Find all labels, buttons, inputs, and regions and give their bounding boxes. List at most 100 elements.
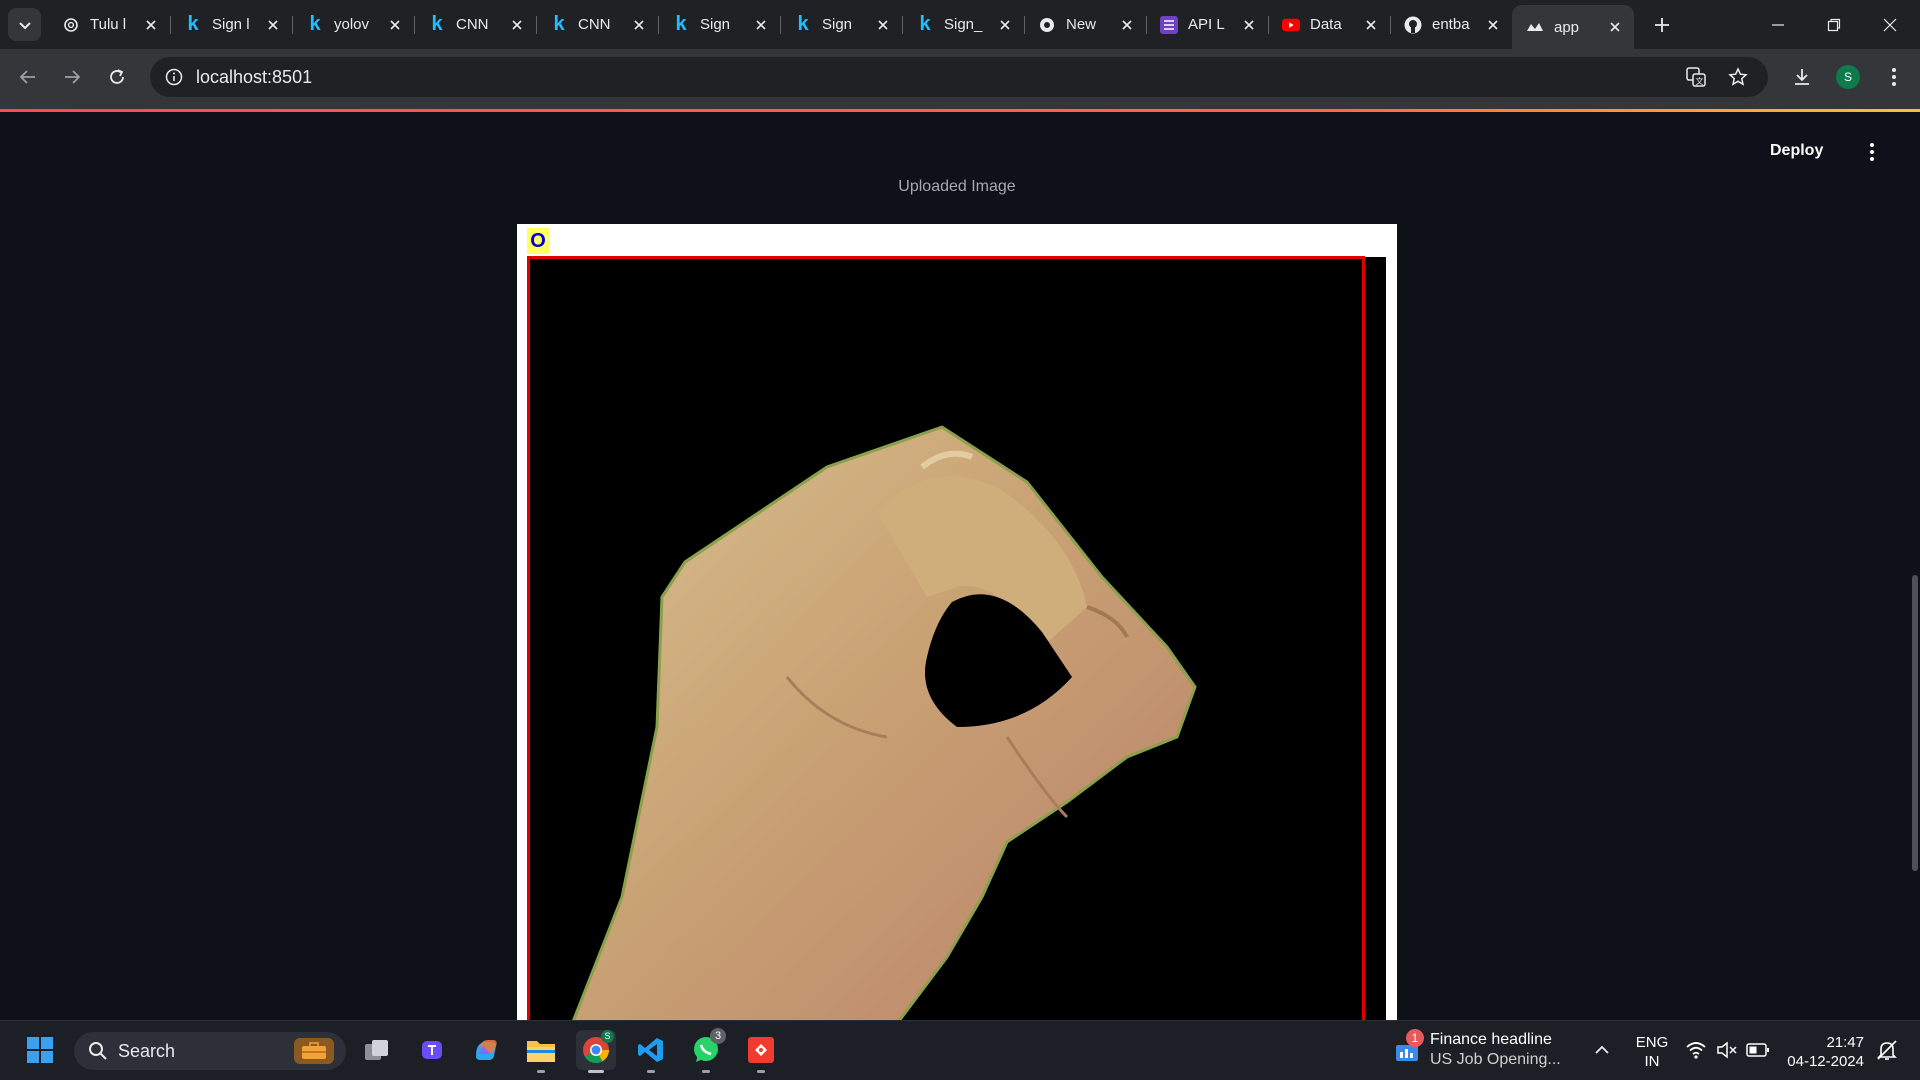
tab-title: Tulu l <box>90 16 127 33</box>
file-explorer-button[interactable] <box>521 1030 561 1073</box>
language-indicator[interactable]: ENG IN <box>1624 1033 1680 1071</box>
browser-tab-strip: Tulu l k Sign l k yolov k CNN k CNN k Si… <box>0 0 1920 49</box>
image-caption: Uploaded Image <box>898 178 1016 195</box>
tab-new[interactable]: New <box>1024 0 1146 49</box>
close-icon[interactable] <box>1362 16 1380 34</box>
windows-taskbar: Search S 3 1 Finance headline US Job Ope… <box>0 1020 1920 1080</box>
tab-separator <box>902 16 903 34</box>
address-bar[interactable]: localhost:8501 文 <box>150 57 1768 97</box>
tab-title: CNN <box>578 16 611 33</box>
clock-date: 04-12-2024 <box>1787 1053 1864 1070</box>
running-indicator <box>647 1070 655 1073</box>
vscode-button[interactable] <box>631 1030 671 1073</box>
tab-title: entba <box>1432 16 1470 33</box>
tab-title: Sign_ <box>944 16 983 33</box>
close-window-button[interactable] <box>1862 0 1918 49</box>
new-tab-button[interactable] <box>1648 12 1676 38</box>
url-text: localhost:8501 <box>196 67 313 87</box>
tab-sign-3[interactable]: k Sign <box>780 0 902 49</box>
task-view-button[interactable] <box>357 1030 397 1070</box>
close-icon[interactable] <box>142 16 160 34</box>
speaker-muted-icon[interactable] <box>1716 1041 1738 1061</box>
copilot-button[interactable] <box>466 1030 506 1070</box>
download-button[interactable] <box>1786 61 1818 93</box>
deploy-button[interactable]: Deploy <box>1770 142 1823 160</box>
tab-separator <box>292 16 293 34</box>
close-icon[interactable] <box>1606 18 1624 36</box>
git-icon <box>748 1037 774 1063</box>
close-icon[interactable] <box>874 16 892 34</box>
streamlit-app: Deploy Uploaded Image O <box>0 112 1920 1020</box>
close-icon[interactable] <box>508 16 526 34</box>
back-button[interactable] <box>12 61 44 93</box>
tab-yolov[interactable]: k yolov <box>292 0 414 49</box>
battery-icon[interactable] <box>1746 1042 1770 1058</box>
restore-button[interactable] <box>1806 0 1862 49</box>
search-label: Search <box>118 1040 176 1061</box>
tab-app-active[interactable]: app <box>1512 5 1634 49</box>
wifi-icon[interactable] <box>1686 1041 1706 1061</box>
minimize-button[interactable] <box>1750 0 1806 49</box>
tab-search-button[interactable] <box>8 8 41 41</box>
close-icon[interactable] <box>752 16 770 34</box>
reload-button[interactable] <box>101 61 133 93</box>
news-badge: 1 <box>1406 1029 1424 1047</box>
tab-api[interactable]: API L <box>1146 0 1268 49</box>
news-widget[interactable]: 1 Finance headline US Job Opening... <box>1390 1029 1590 1071</box>
close-icon[interactable] <box>386 16 404 34</box>
close-icon[interactable] <box>1118 16 1136 34</box>
clock[interactable]: 21:47 04-12-2024 <box>1772 1033 1868 1071</box>
tab-data[interactable]: Data <box>1268 0 1390 49</box>
running-indicator <box>537 1070 545 1073</box>
bookmark-star-icon[interactable] <box>1722 61 1754 93</box>
more-vertical-icon <box>1870 143 1874 161</box>
copilot-icon <box>476 1040 497 1060</box>
language-code: ENG <box>1635 1034 1669 1051</box>
tab-separator <box>536 16 537 34</box>
page-scrollbar[interactable] <box>1912 575 1918 871</box>
forward-button[interactable] <box>56 61 88 93</box>
close-icon[interactable] <box>996 16 1014 34</box>
kaggle-icon: k <box>431 13 443 35</box>
profile-badge: S <box>601 1030 614 1043</box>
app-menu-button[interactable] <box>1860 140 1884 164</box>
tab-title: API L <box>1188 16 1225 33</box>
tab-sign-4[interactable]: k Sign_ <box>902 0 1024 49</box>
profile-avatar[interactable]: S <box>1836 65 1860 89</box>
tab-tulu[interactable]: Tulu l <box>48 0 170 49</box>
site-info-icon[interactable] <box>162 65 186 89</box>
browser-menu-button[interactable] <box>1878 61 1910 93</box>
more-vertical-icon <box>1892 68 1896 86</box>
teams-button[interactable] <box>412 1030 452 1070</box>
language-region: IN <box>1644 1053 1660 1070</box>
translate-icon[interactable]: 文 <box>1680 61 1712 93</box>
close-icon[interactable] <box>1484 16 1502 34</box>
tab-separator <box>658 16 659 34</box>
chevron-up-icon <box>1595 1045 1609 1054</box>
whatsapp-button[interactable]: 3 <box>686 1028 726 1073</box>
show-hidden-icons-button[interactable] <box>1582 1030 1622 1070</box>
git-button[interactable] <box>741 1030 781 1073</box>
tab-separator <box>1268 16 1269 34</box>
start-button[interactable] <box>20 1030 60 1070</box>
tab-sign-2[interactable]: k Sign <box>658 0 780 49</box>
tab-cnn-1[interactable]: k CNN <box>414 0 536 49</box>
close-icon[interactable] <box>264 16 282 34</box>
running-indicator <box>757 1070 765 1073</box>
news-title: Finance headline <box>1430 1031 1552 1048</box>
close-icon[interactable] <box>1240 16 1258 34</box>
tab-github[interactable]: entba <box>1390 0 1512 49</box>
chrome-button[interactable]: S <box>576 1030 616 1073</box>
taskbar-search[interactable]: Search <box>74 1032 346 1070</box>
tab-separator <box>1390 16 1391 34</box>
notification-bell-icon[interactable] <box>1876 1039 1900 1063</box>
tab-title: app <box>1554 18 1580 36</box>
close-icon[interactable] <box>630 16 648 34</box>
task-view-icon <box>365 1040 388 1060</box>
tab-separator <box>1024 16 1025 34</box>
tab-sign-1[interactable]: k Sign l <box>170 0 292 49</box>
tab-title: New <box>1066 16 1097 33</box>
kaggle-icon: k <box>675 13 687 35</box>
tab-cnn-2[interactable]: k CNN <box>536 0 658 49</box>
tab-separator <box>414 16 415 34</box>
